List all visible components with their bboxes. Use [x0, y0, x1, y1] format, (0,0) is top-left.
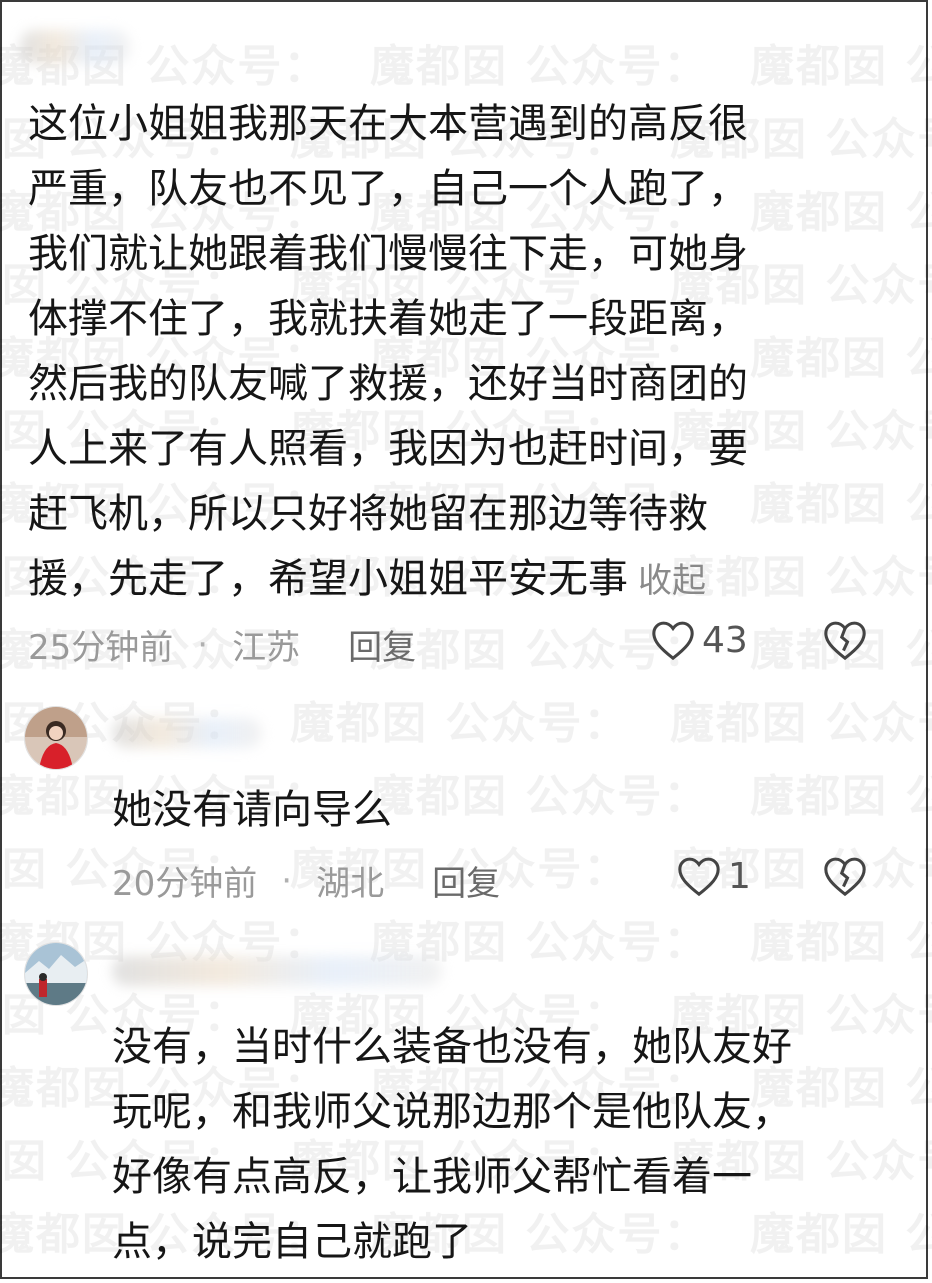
comment-text: 没有，当时什么装备也没有，她队友好 玩呢，和我师父说那边那个是他队友， 好像有点…: [112, 1024, 792, 1265]
broken-heart-icon: [824, 857, 866, 897]
like-count: 43: [702, 619, 748, 661]
reply-button[interactable]: 回复: [432, 856, 500, 905]
blurred-username: [112, 956, 442, 986]
blurred-username: [20, 30, 130, 64]
separator-dot: ·: [197, 624, 209, 665]
blurred-username: [112, 718, 262, 748]
comment-location: 江苏: [232, 628, 301, 668]
comment-time: 20分钟前: [112, 864, 258, 904]
avatar-image: [25, 943, 87, 1005]
comment-meta: 20分钟前 · 湖北 回复: [112, 856, 500, 905]
like-button[interactable]: 43: [650, 618, 748, 662]
avatar[interactable]: [24, 942, 88, 1006]
comment-text: 她没有请向导么: [112, 787, 392, 833]
heart-outline-icon: [652, 621, 694, 661]
like-count: 1: [728, 855, 751, 897]
separator-dot: ·: [281, 860, 293, 901]
avatar-image: [25, 707, 87, 769]
collapse-link[interactable]: 收起: [638, 561, 706, 601]
like-button[interactable]: 1: [676, 854, 751, 898]
dislike-button[interactable]: [822, 618, 868, 666]
comment-time: 25分钟前: [28, 628, 174, 668]
broken-heart-icon: [824, 621, 866, 661]
avatar[interactable]: [24, 706, 88, 770]
comment-text: 这位小姐姐我那天在大本营遇到的高反很 严重，队友也不见了，自己一个人跑了， 我们…: [28, 101, 748, 602]
comment-meta: 25分钟前 · 江苏 回复: [28, 620, 416, 669]
heart-outline-icon: [678, 857, 720, 897]
comment-location: 湖北: [316, 864, 385, 904]
reply-button[interactable]: 回复: [348, 620, 416, 669]
dislike-button[interactable]: [822, 854, 868, 902]
